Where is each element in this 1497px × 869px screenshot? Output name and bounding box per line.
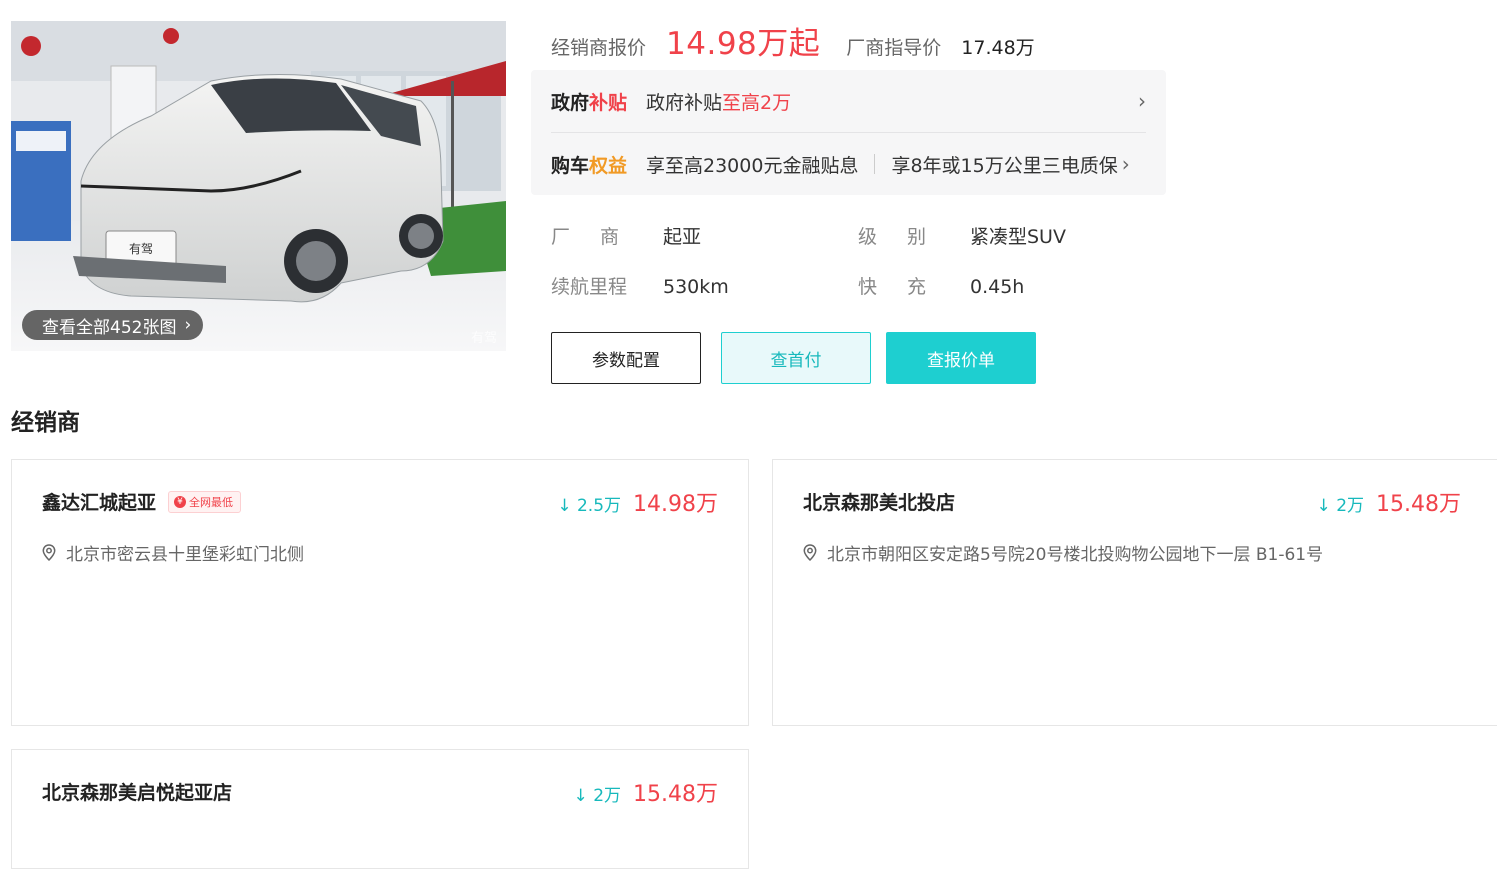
location-pin-icon bbox=[803, 544, 817, 561]
subsidy-text: 政府补贴至高2万 bbox=[646, 91, 792, 114]
svg-text:有驾: 有驾 bbox=[129, 242, 153, 256]
dealer-price: 14.98万 bbox=[633, 492, 718, 517]
spec-class-label: 级别 bbox=[858, 226, 957, 248]
dealer-address-text: 北京市密云县十里堡彩虹门北侧 bbox=[66, 545, 304, 565]
price-drop: ↓ 2万 bbox=[573, 786, 622, 806]
config-button[interactable]: 参数配置 bbox=[551, 332, 701, 384]
price-row: 经销商报价 14.98万起 厂商指导价 17.48万 bbox=[551, 18, 1035, 63]
spec-class: 级别 紧凑型SUV bbox=[858, 222, 1066, 249]
view-all-photos-button[interactable]: 查看全部452张图 › bbox=[22, 310, 204, 340]
car-photo[interactable]: 有驾 有驾 查看全部452张图 › bbox=[11, 21, 506, 351]
dealer-name-row: 北京森那美北投店 bbox=[803, 488, 955, 515]
dealer-card[interactable]: 北京森那美启悦起亚店 ↓ 2万 15.48万 bbox=[11, 749, 749, 869]
rights-finance: 享至高23000元金融贴息 bbox=[646, 154, 859, 177]
dealer-prices: ↓ 2万 15.48万 bbox=[574, 776, 718, 808]
price-tag-icon: ¥ bbox=[174, 495, 187, 508]
dealer-price: 15.48万 bbox=[1376, 492, 1461, 517]
msrp-label: 厂商指导价 bbox=[846, 37, 942, 59]
rights-title: 购车权益 bbox=[551, 154, 628, 177]
dealer-name: 鑫达汇城起亚 bbox=[42, 492, 157, 514]
spec-charge-value: 0.45h bbox=[970, 276, 1025, 298]
chevron-right-icon: › bbox=[184, 315, 192, 335]
spec-range-value: 530km bbox=[663, 276, 729, 298]
spec-maker: 厂商 起亚 bbox=[551, 222, 701, 249]
price-drop: ↓ 2.5万 bbox=[557, 496, 622, 516]
quote-button[interactable]: 查报价单 bbox=[886, 332, 1036, 384]
dealer-address-text: 北京市朝阳区安定路5号院20号楼北投购物公园地下一层 B1-61号 bbox=[827, 545, 1324, 565]
spec-maker-label: 厂商 bbox=[551, 226, 650, 248]
rights-warranty: 享8年或15万公里三电质保 bbox=[891, 154, 1118, 177]
spec-charge-label: 快充 bbox=[858, 276, 957, 298]
car-illustration: 有驾 bbox=[11, 21, 506, 351]
subsidy-title: 政府补贴 bbox=[551, 91, 628, 114]
location-pin-icon bbox=[42, 544, 56, 561]
dealer-card[interactable]: 鑫达汇城起亚 ¥ 全网最低 ↓ 2.5万 14.98万 北京市密云县十里堡彩虹门… bbox=[11, 459, 749, 726]
spec-range: 续航里程 530km bbox=[551, 272, 729, 299]
spec-range-label: 续航里程 bbox=[551, 276, 628, 298]
spec-class-value: 紧凑型SUV bbox=[970, 226, 1066, 248]
subsidy-row[interactable]: 政府补贴 政府补贴至高2万 › bbox=[551, 70, 1146, 133]
dealer-card[interactable]: 北京森那美北投店 ↓ 2万 15.48万 北京市朝阳区安定路5号院20号楼北投购… bbox=[772, 459, 1497, 726]
dealer-name-row: 北京森那美启悦起亚店 bbox=[42, 778, 232, 805]
spec-maker-value: 起亚 bbox=[663, 226, 702, 248]
dealer-prices: ↓ 2.5万 14.98万 bbox=[557, 486, 718, 518]
price-drop: ↓ 2万 bbox=[1316, 496, 1365, 516]
down-payment-button[interactable]: 查首付 bbox=[721, 332, 871, 384]
dealer-name-row: 鑫达汇城起亚 ¥ 全网最低 bbox=[42, 488, 242, 515]
benefits-panel: 政府补贴 政府补贴至高2万 › 购车权益 享至高23000元金融贴息 享8年或1… bbox=[531, 70, 1166, 195]
dealer-address: 北京市朝阳区安定路5号院20号楼北投购物公园地下一层 B1-61号 bbox=[803, 540, 1323, 565]
dealer-prices: ↓ 2万 15.48万 bbox=[1317, 486, 1461, 518]
spec-charge: 快充 0.45h bbox=[858, 272, 1024, 299]
dealer-address: 北京市密云县十里堡彩虹门北侧 bbox=[42, 540, 304, 565]
dealer-name: 北京森那美北投店 bbox=[803, 492, 956, 514]
rights-row[interactable]: 购车权益 享至高23000元金融贴息 享8年或15万公里三电质保 › bbox=[551, 133, 1146, 195]
dealer-name: 北京森那美启悦起亚店 bbox=[42, 782, 233, 804]
photo-watermark: 有驾 bbox=[470, 331, 497, 346]
view-all-photos-label: 查看全部452张图 bbox=[42, 317, 177, 338]
dealers-section-title: 经销商 bbox=[11, 410, 80, 436]
lowest-price-badge: ¥ 全网最低 bbox=[168, 490, 242, 513]
msrp-value: 17.48万 bbox=[961, 37, 1035, 59]
chevron-right-icon[interactable]: › bbox=[1122, 152, 1130, 176]
dealer-price: 15.48万 bbox=[633, 782, 718, 807]
chevron-right-icon[interactable]: › bbox=[1138, 89, 1146, 113]
divider bbox=[874, 154, 876, 174]
dealer-price: 14.98万起 bbox=[666, 26, 821, 62]
dealer-price-label: 经销商报价 bbox=[551, 37, 647, 59]
